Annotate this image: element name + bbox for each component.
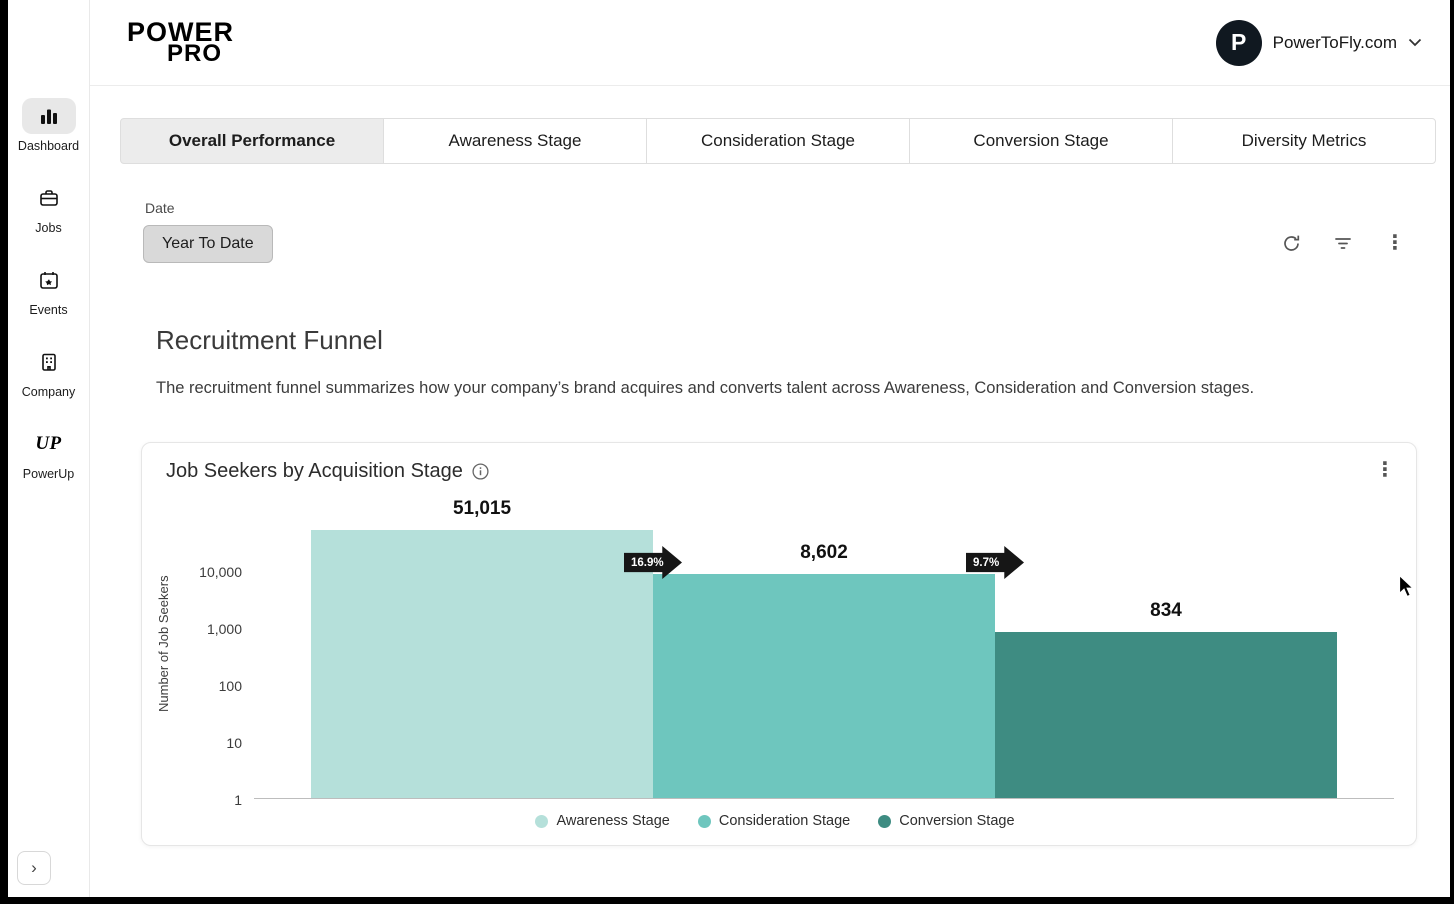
avatar: P — [1215, 19, 1262, 66]
bar-value-label: 51,015 — [452, 497, 512, 519]
y-axis-title: Number of Job Seekers — [156, 575, 171, 713]
top-header: POWER PRO P PowerToFly.com — [90, 0, 1450, 86]
tab-diversity-metrics[interactable]: Diversity Metrics — [1172, 118, 1436, 164]
tab-conversion-stage[interactable]: Conversion Stage — [909, 118, 1173, 164]
funnel-chart: Number of Job Seekers 10,000 1,000 100 10 1 … — [156, 489, 1394, 808]
y-tick-label: 1,000 — [206, 621, 242, 637]
building-icon — [22, 344, 76, 380]
account-label: PowerToFly.com — [1272, 32, 1397, 52]
tab-awareness-stage[interactable]: Awareness Stage — [383, 118, 647, 164]
filter-icon[interactable] — [1332, 232, 1354, 254]
card-header: Job Seekers by Acquisition Stage — [156, 460, 1394, 483]
sidebar-item-company[interactable]: Company — [8, 344, 89, 399]
sidebar-item-label: PowerUp — [22, 467, 75, 481]
chart-title: Job Seekers by Acquisition Stage — [166, 460, 463, 482]
legend-label: Consideration Stage — [718, 813, 851, 829]
up-logo-icon: UP — [35, 433, 62, 454]
funnel-bar-3[interactable] — [995, 631, 1337, 798]
sidebar-expand-button[interactable]: › — [17, 851, 51, 885]
date-filter-chip[interactable]: Year To Date — [143, 225, 273, 263]
powerpro-logo: POWER PRO — [127, 19, 234, 66]
sidebar-item-label: Jobs — [35, 221, 62, 235]
briefcase-icon — [22, 180, 76, 216]
sidebar: Dashboard Jobs Events Company UP PowerUp — [8, 0, 90, 897]
section-title: Recruitment Funnel — [156, 325, 383, 355]
app-window: Dashboard Jobs Events Company UP PowerUp — [8, 0, 1450, 897]
account-menu[interactable]: P PowerToFly.com — [1215, 19, 1422, 66]
toolbar-icons: ⋮ — [1280, 232, 1406, 263]
legend-item[interactable]: Conversion Stage — [878, 813, 1015, 829]
sidebar-item-jobs[interactable]: Jobs — [8, 180, 89, 235]
stage-tabs: Overall Performance Awareness Stage Cons… — [120, 118, 1436, 164]
y-tick-label: 10,000 — [199, 564, 242, 580]
funnel-bar-1[interactable] — [311, 529, 653, 798]
y-axis-ticks: 10,000 1,000 100 10 1 — [180, 489, 254, 808]
y-tick-label: 1 — [234, 792, 242, 808]
legend-label: Awareness Stage — [556, 813, 670, 829]
y-tick-label: 10 — [226, 735, 242, 751]
card-kebab-menu-icon[interactable]: ⋮ — [1374, 459, 1396, 481]
chevron-down-icon — [1408, 38, 1422, 47]
funnel-bar-2[interactable] — [653, 573, 995, 798]
legend-color-dot — [878, 814, 892, 828]
sidebar-item-events[interactable]: Events — [8, 262, 89, 317]
sidebar-item-label: Company — [21, 385, 76, 399]
info-icon[interactable] — [472, 463, 489, 480]
tab-consideration-stage[interactable]: Consideration Stage — [646, 118, 910, 164]
legend-item[interactable]: Awareness Stage — [535, 813, 670, 829]
main-area: POWER PRO P PowerToFly.com Overall Perfo… — [90, 0, 1450, 897]
calendar-star-icon — [22, 262, 76, 298]
section-description: The recruitment funnel summarizes how yo… — [156, 379, 1255, 397]
bar-chart-icon — [21, 98, 76, 134]
sidebar-item-label: Dashboard — [17, 139, 80, 153]
tab-overall-performance[interactable]: Overall Performance — [120, 118, 384, 164]
legend-color-dot — [697, 814, 711, 828]
legend-color-dot — [535, 814, 549, 828]
filter-row: Date Year To Date ⋮ — [90, 200, 1450, 263]
y-tick-label: 100 — [218, 678, 242, 694]
legend-item[interactable]: Consideration Stage — [697, 813, 851, 829]
funnel-chart-card: Job Seekers by Acquisition Stage ⋮ Numbe… — [141, 442, 1417, 846]
chevron-right-icon: › — [31, 858, 37, 877]
legend-label: Conversion Stage — [899, 813, 1015, 829]
kebab-menu-icon[interactable]: ⋮ — [1384, 232, 1406, 254]
date-filter: Date Year To Date — [143, 200, 273, 263]
funnel-plot: 51,015 8,602 834 16.9% 9.7% — [254, 489, 1394, 799]
sidebar-item-label: Events — [29, 303, 68, 317]
bar-value-label: 8,602 — [800, 541, 848, 563]
sidebar-item-dashboard[interactable]: Dashboard — [8, 98, 89, 153]
date-filter-label: Date — [145, 200, 175, 216]
refresh-icon[interactable] — [1280, 232, 1302, 254]
sidebar-item-powerup[interactable]: UP PowerUp — [8, 426, 89, 481]
bar-value-label: 834 — [1150, 599, 1182, 621]
chart-legend: Awareness Stage Consideration Stage Conver… — [156, 813, 1394, 829]
